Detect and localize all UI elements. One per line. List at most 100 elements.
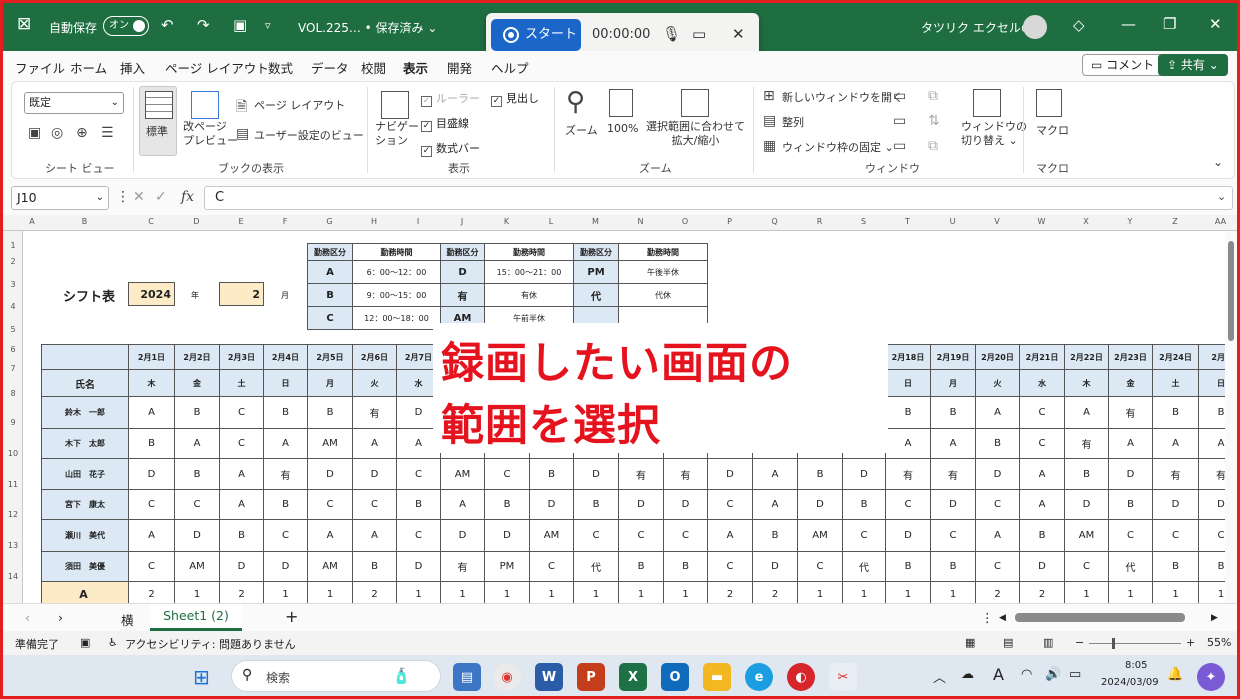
legend-time[interactable]: 午後半休	[618, 260, 708, 284]
shift-cell[interactable]: 代	[1108, 551, 1153, 582]
count-cell[interactable]: 1	[663, 581, 708, 603]
record-start-button[interactable]: スタート	[491, 19, 581, 51]
shift-cell[interactable]: B	[1198, 396, 1225, 429]
custom-view-icon[interactable]: ▤	[236, 126, 249, 142]
legend-time[interactable]: 有休	[484, 283, 574, 307]
column-header[interactable]: H	[354, 217, 394, 226]
avatar[interactable]	[1023, 15, 1047, 39]
shift-cell[interactable]: D	[930, 489, 976, 520]
volume-icon[interactable]: 🔊	[1045, 667, 1061, 682]
new-window-label[interactable]: 新しいウィンドウを開く	[782, 89, 903, 105]
day-header[interactable]: 金	[174, 369, 220, 397]
restore-icon[interactable]: ❐	[1163, 15, 1176, 33]
tray-expand-icon[interactable]: ︿	[933, 667, 946, 686]
switch-windows-icon[interactable]	[973, 89, 1001, 117]
shift-cell[interactable]: A	[1019, 458, 1065, 490]
formula-input[interactable]: C	[204, 186, 1233, 210]
shift-cell[interactable]: C	[219, 428, 264, 459]
column-header[interactable]: M	[576, 217, 616, 226]
switch-windows-label[interactable]: ウィンドウの 切り替え ⌄	[961, 120, 1027, 148]
date-header[interactable]: 2月24日	[1152, 344, 1199, 370]
legend-time[interactable]: 15：00～21：00	[484, 260, 574, 284]
input-mode[interactable]: A	[993, 665, 1004, 684]
macro-record-icon[interactable]: ▣	[80, 636, 90, 649]
row-header[interactable]: 4	[3, 302, 23, 311]
zoom-100-label[interactable]: 100%	[607, 122, 638, 135]
employee-name[interactable]: 須田 美優	[41, 551, 129, 582]
shift-cell[interactable]: A	[975, 519, 1020, 552]
zoom-slider[interactable]	[1089, 643, 1181, 644]
shift-cell[interactable]: B	[842, 489, 886, 520]
shift-cell[interactable]: A	[174, 428, 220, 459]
shift-cell[interactable]: C	[529, 551, 574, 582]
zoom-selection-icon[interactable]	[681, 89, 709, 117]
shift-cell[interactable]: C	[573, 519, 619, 552]
count-cell[interactable]: 2	[752, 581, 798, 603]
share-button[interactable]: ⇪ 共有 ⌄	[1158, 54, 1228, 76]
column-header[interactable]: E	[221, 217, 261, 226]
legend-code[interactable]: C	[307, 306, 353, 330]
column-header[interactable]: Q	[755, 217, 795, 226]
scroll-left-icon[interactable]: ◀	[999, 613, 1006, 623]
zoom-selection-label[interactable]: 選択範囲に合わせて 拡大/縮小	[646, 120, 745, 148]
accessibility-icon[interactable]: ♿	[108, 636, 118, 649]
shift-cell[interactable]: A	[219, 458, 264, 490]
legend-header-time[interactable]: 勤務時間	[618, 243, 708, 261]
date-header[interactable]: 2月19日	[930, 344, 976, 370]
shift-cell[interactable]: 代	[842, 551, 886, 582]
word-app-icon[interactable]: W	[535, 663, 563, 691]
column-header[interactable]: L	[531, 217, 571, 226]
function-icon[interactable]: fx	[181, 189, 194, 205]
date-header[interactable]: 2月2	[1198, 344, 1225, 370]
date-header[interactable]: 2月3日	[219, 344, 264, 370]
shift-cell[interactable]: C	[1019, 428, 1065, 459]
keep-view-icon[interactable]: ▣	[28, 125, 41, 141]
shift-cell[interactable]: B	[885, 551, 931, 582]
shift-cell[interactable]: AM	[440, 458, 485, 490]
shift-cell[interactable]: B	[752, 519, 798, 552]
page-break-status-icon[interactable]: ▥	[1043, 636, 1053, 649]
day-header[interactable]: 土	[219, 369, 264, 397]
wifi-icon[interactable]: ◠	[1021, 667, 1032, 682]
more-icon[interactable]: ⋮	[116, 189, 130, 205]
count-cell[interactable]: 1	[797, 581, 843, 603]
shift-cell[interactable]: C	[930, 519, 976, 552]
shift-cell[interactable]: A	[128, 519, 175, 552]
count-cell[interactable]: 1	[263, 581, 308, 603]
shift-cell[interactable]: 有	[930, 458, 976, 490]
shift-cell[interactable]: C	[396, 519, 441, 552]
shift-cell[interactable]: D	[307, 458, 353, 490]
sheet-tab-yoko[interactable]: 横	[121, 610, 134, 629]
clock-time[interactable]: 8:05	[1125, 660, 1147, 671]
shift-cell[interactable]: D	[219, 551, 264, 582]
vertical-scroll-thumb[interactable]	[1228, 241, 1234, 341]
shift-cell[interactable]: AM	[529, 519, 574, 552]
day-header[interactable]: 月	[930, 369, 976, 397]
row-header[interactable]: 6	[3, 345, 23, 354]
legend-header-code[interactable]: 勤務区分	[307, 243, 353, 261]
shift-cell[interactable]: D	[1019, 551, 1065, 582]
sync-scroll-icon[interactable]: ⇅	[928, 113, 940, 129]
scroll-right-icon[interactable]: ▶	[1211, 613, 1218, 623]
count-cell[interactable]: 1	[307, 581, 353, 603]
day-header[interactable]: 火	[352, 369, 397, 397]
shift-cell[interactable]: B	[618, 551, 664, 582]
legend-header-time[interactable]: 勤務時間	[484, 243, 574, 261]
notepad-app-icon[interactable]: ▤	[453, 663, 481, 691]
count-cell[interactable]: 1	[396, 581, 441, 603]
tab-help[interactable]: ヘルプ	[491, 58, 529, 77]
shift-cell[interactable]: B	[797, 458, 843, 490]
day-header[interactable]: 金	[1108, 369, 1153, 397]
shift-cell[interactable]: B	[1019, 519, 1065, 552]
headings-checkbox[interactable]: ✓ 見出し	[491, 90, 539, 107]
zoom-100-icon[interactable]	[609, 89, 633, 117]
accessibility-status[interactable]: アクセシビリティ: 問題ありません	[125, 636, 296, 652]
count-cell[interactable]: 2	[128, 581, 175, 603]
shift-cell[interactable]: D	[975, 458, 1020, 490]
enter-icon[interactable]: ✓	[155, 189, 167, 205]
page-layout-label[interactable]: ページ レイアウト	[254, 97, 345, 113]
powerpoint-app-icon[interactable]: P	[577, 663, 605, 691]
shift-cell[interactable]: B	[1064, 458, 1109, 490]
zoom-level[interactable]: 55%	[1207, 636, 1231, 649]
shift-cell[interactable]: D	[352, 458, 397, 490]
